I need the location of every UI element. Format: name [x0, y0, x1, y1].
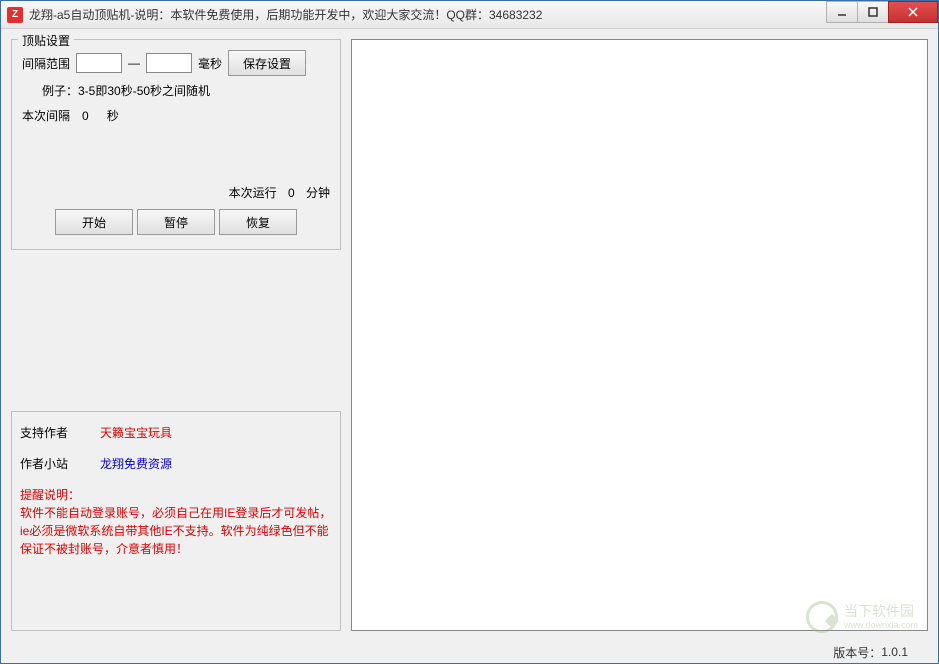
- footer: 版本号： 1.0.1: [1, 641, 938, 663]
- app-window: Z 龙翔-a5自动顶贴机-说明：本软件免费使用，后期功能开发中，欢迎大家交流！Q…: [0, 0, 939, 664]
- save-settings-button[interactable]: 保存设置: [228, 50, 306, 76]
- runtime-unit: 分钟: [306, 186, 330, 200]
- warning-text: 软件不能自动登录账号，必须自己在用IE登录后才可发帖，ie必须是微软系统自带其他…: [20, 504, 332, 558]
- this-interval-value: 0: [82, 109, 89, 123]
- minimize-button[interactable]: [826, 1, 858, 23]
- action-buttons: 开始 暂停 恢复: [22, 209, 330, 235]
- runtime-label: 本次运行: [229, 186, 277, 200]
- version-label: 版本号：: [833, 644, 881, 661]
- version-value: 1.0.1: [881, 645, 908, 659]
- start-button[interactable]: 开始: [55, 209, 133, 235]
- content-area: 顶贴设置 间隔范围 — 毫秒 保存设置 例子：3-5即30秒-50秒之间随机 本…: [1, 29, 938, 641]
- pause-button[interactable]: 暂停: [137, 209, 215, 235]
- interval-range-row: 间隔范围 — 毫秒 保存设置: [22, 50, 330, 76]
- interval-min-input[interactable]: [76, 53, 122, 73]
- close-button[interactable]: [888, 1, 938, 23]
- runtime-row: 本次运行 0 分钟: [22, 184, 330, 201]
- support-author-link[interactable]: 天籁宝宝玩具: [100, 424, 172, 441]
- unit-ms-label: 毫秒: [198, 55, 222, 72]
- settings-legend: 顶贴设置: [18, 32, 74, 49]
- settings-group: 顶贴设置 间隔范围 — 毫秒 保存设置 例子：3-5即30秒-50秒之间随机 本…: [11, 39, 341, 250]
- runtime-value: 0: [288, 186, 295, 200]
- app-icon: Z: [7, 7, 23, 23]
- author-site-line: 作者小站 龙翔免费资源: [20, 455, 332, 472]
- resume-button[interactable]: 恢复: [219, 209, 297, 235]
- interval-max-input[interactable]: [146, 53, 192, 73]
- warning-block: 提醒说明： 软件不能自动登录账号，必须自己在用IE登录后才可发帖，ie必须是微软…: [20, 486, 332, 558]
- window-title: 龙翔-a5自动顶贴机-说明：本软件免费使用，后期功能开发中，欢迎大家交流！QQ群…: [29, 6, 827, 23]
- maximize-button[interactable]: [857, 1, 889, 23]
- support-label: 支持作者: [20, 424, 100, 441]
- this-interval-unit: 秒: [107, 107, 119, 124]
- site-label: 作者小站: [20, 455, 100, 472]
- window-controls: [827, 1, 938, 28]
- support-author-line: 支持作者 天籁宝宝玩具: [20, 424, 332, 441]
- titlebar: Z 龙翔-a5自动顶贴机-说明：本软件免费使用，后期功能开发中，欢迎大家交流！Q…: [1, 1, 938, 29]
- this-interval-label: 本次间隔: [22, 107, 70, 124]
- info-box: 支持作者 天籁宝宝玩具 作者小站 龙翔免费资源 提醒说明： 软件不能自动登录账号…: [11, 411, 341, 631]
- dash-separator: —: [128, 56, 140, 70]
- log-panel[interactable]: [351, 39, 928, 631]
- this-interval-row: 本次间隔 0 秒: [22, 107, 330, 124]
- warning-title: 提醒说明：: [20, 486, 332, 504]
- author-site-link[interactable]: 龙翔免费资源: [100, 455, 172, 472]
- interval-label: 间隔范围: [22, 55, 70, 72]
- example-text: 例子：3-5即30秒-50秒之间随机: [42, 82, 330, 99]
- left-panel: 顶贴设置 间隔范围 — 毫秒 保存设置 例子：3-5即30秒-50秒之间随机 本…: [11, 39, 341, 631]
